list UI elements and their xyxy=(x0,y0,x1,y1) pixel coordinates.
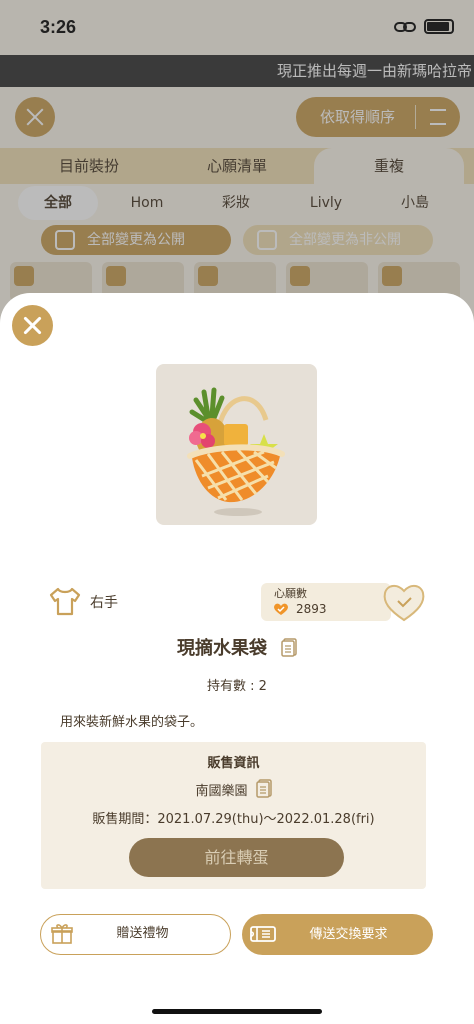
copy-icon[interactable] xyxy=(255,779,272,798)
owned-count: 持有數 : 2 xyxy=(207,679,267,694)
wish-title: 心願數 xyxy=(274,587,307,600)
sale-location: 南國樂園 xyxy=(195,784,248,799)
item-name: 現摘水果袋 xyxy=(177,638,267,659)
sale-info-panel: 販售資訊 南國樂園 販售期間：2021.07.29(thu)～2022.01.2… xyxy=(41,742,426,889)
home-indicator[interactable] xyxy=(152,1009,322,1014)
fruit-bag-illustration xyxy=(187,387,285,516)
sale-period: 販售期間：2021.07.29(thu)～2022.01.28(fri) xyxy=(92,812,375,827)
item-title-row: 現摘水果袋 xyxy=(0,634,474,660)
heart-icon xyxy=(274,603,288,615)
sale-location-row: 南國樂園 xyxy=(41,779,426,799)
copy-icon[interactable] xyxy=(281,638,297,657)
send-gift-button[interactable]: 贈送禮物 xyxy=(40,914,231,955)
wish-count-box: 心願數 2893 xyxy=(261,583,391,621)
item-description: 用來裝新鮮水果的袋子。 xyxy=(60,715,204,730)
send-trade-request-button[interactable]: 傳送交換要求 xyxy=(242,914,433,955)
item-detail-sheet: 右手 心願數 2893 現摘水果袋 持有數 : 2 用來裝新鮮水果的袋子。 販售… xyxy=(0,293,474,1024)
go-to-gacha-button[interactable]: 前往轉蛋 xyxy=(129,838,344,877)
add-to-wishlist-heart-icon[interactable] xyxy=(381,581,427,623)
sale-info-title: 販售資訊 xyxy=(207,756,260,771)
send-trade-request-label: 傳送交換要求 xyxy=(309,927,388,942)
slot-label: 右手 xyxy=(90,595,118,611)
item-image xyxy=(156,364,317,525)
send-gift-label: 贈送禮物 xyxy=(116,926,169,941)
wish-count: 2893 xyxy=(296,602,327,616)
close-button[interactable] xyxy=(12,305,53,346)
shirt-icon xyxy=(49,587,81,616)
